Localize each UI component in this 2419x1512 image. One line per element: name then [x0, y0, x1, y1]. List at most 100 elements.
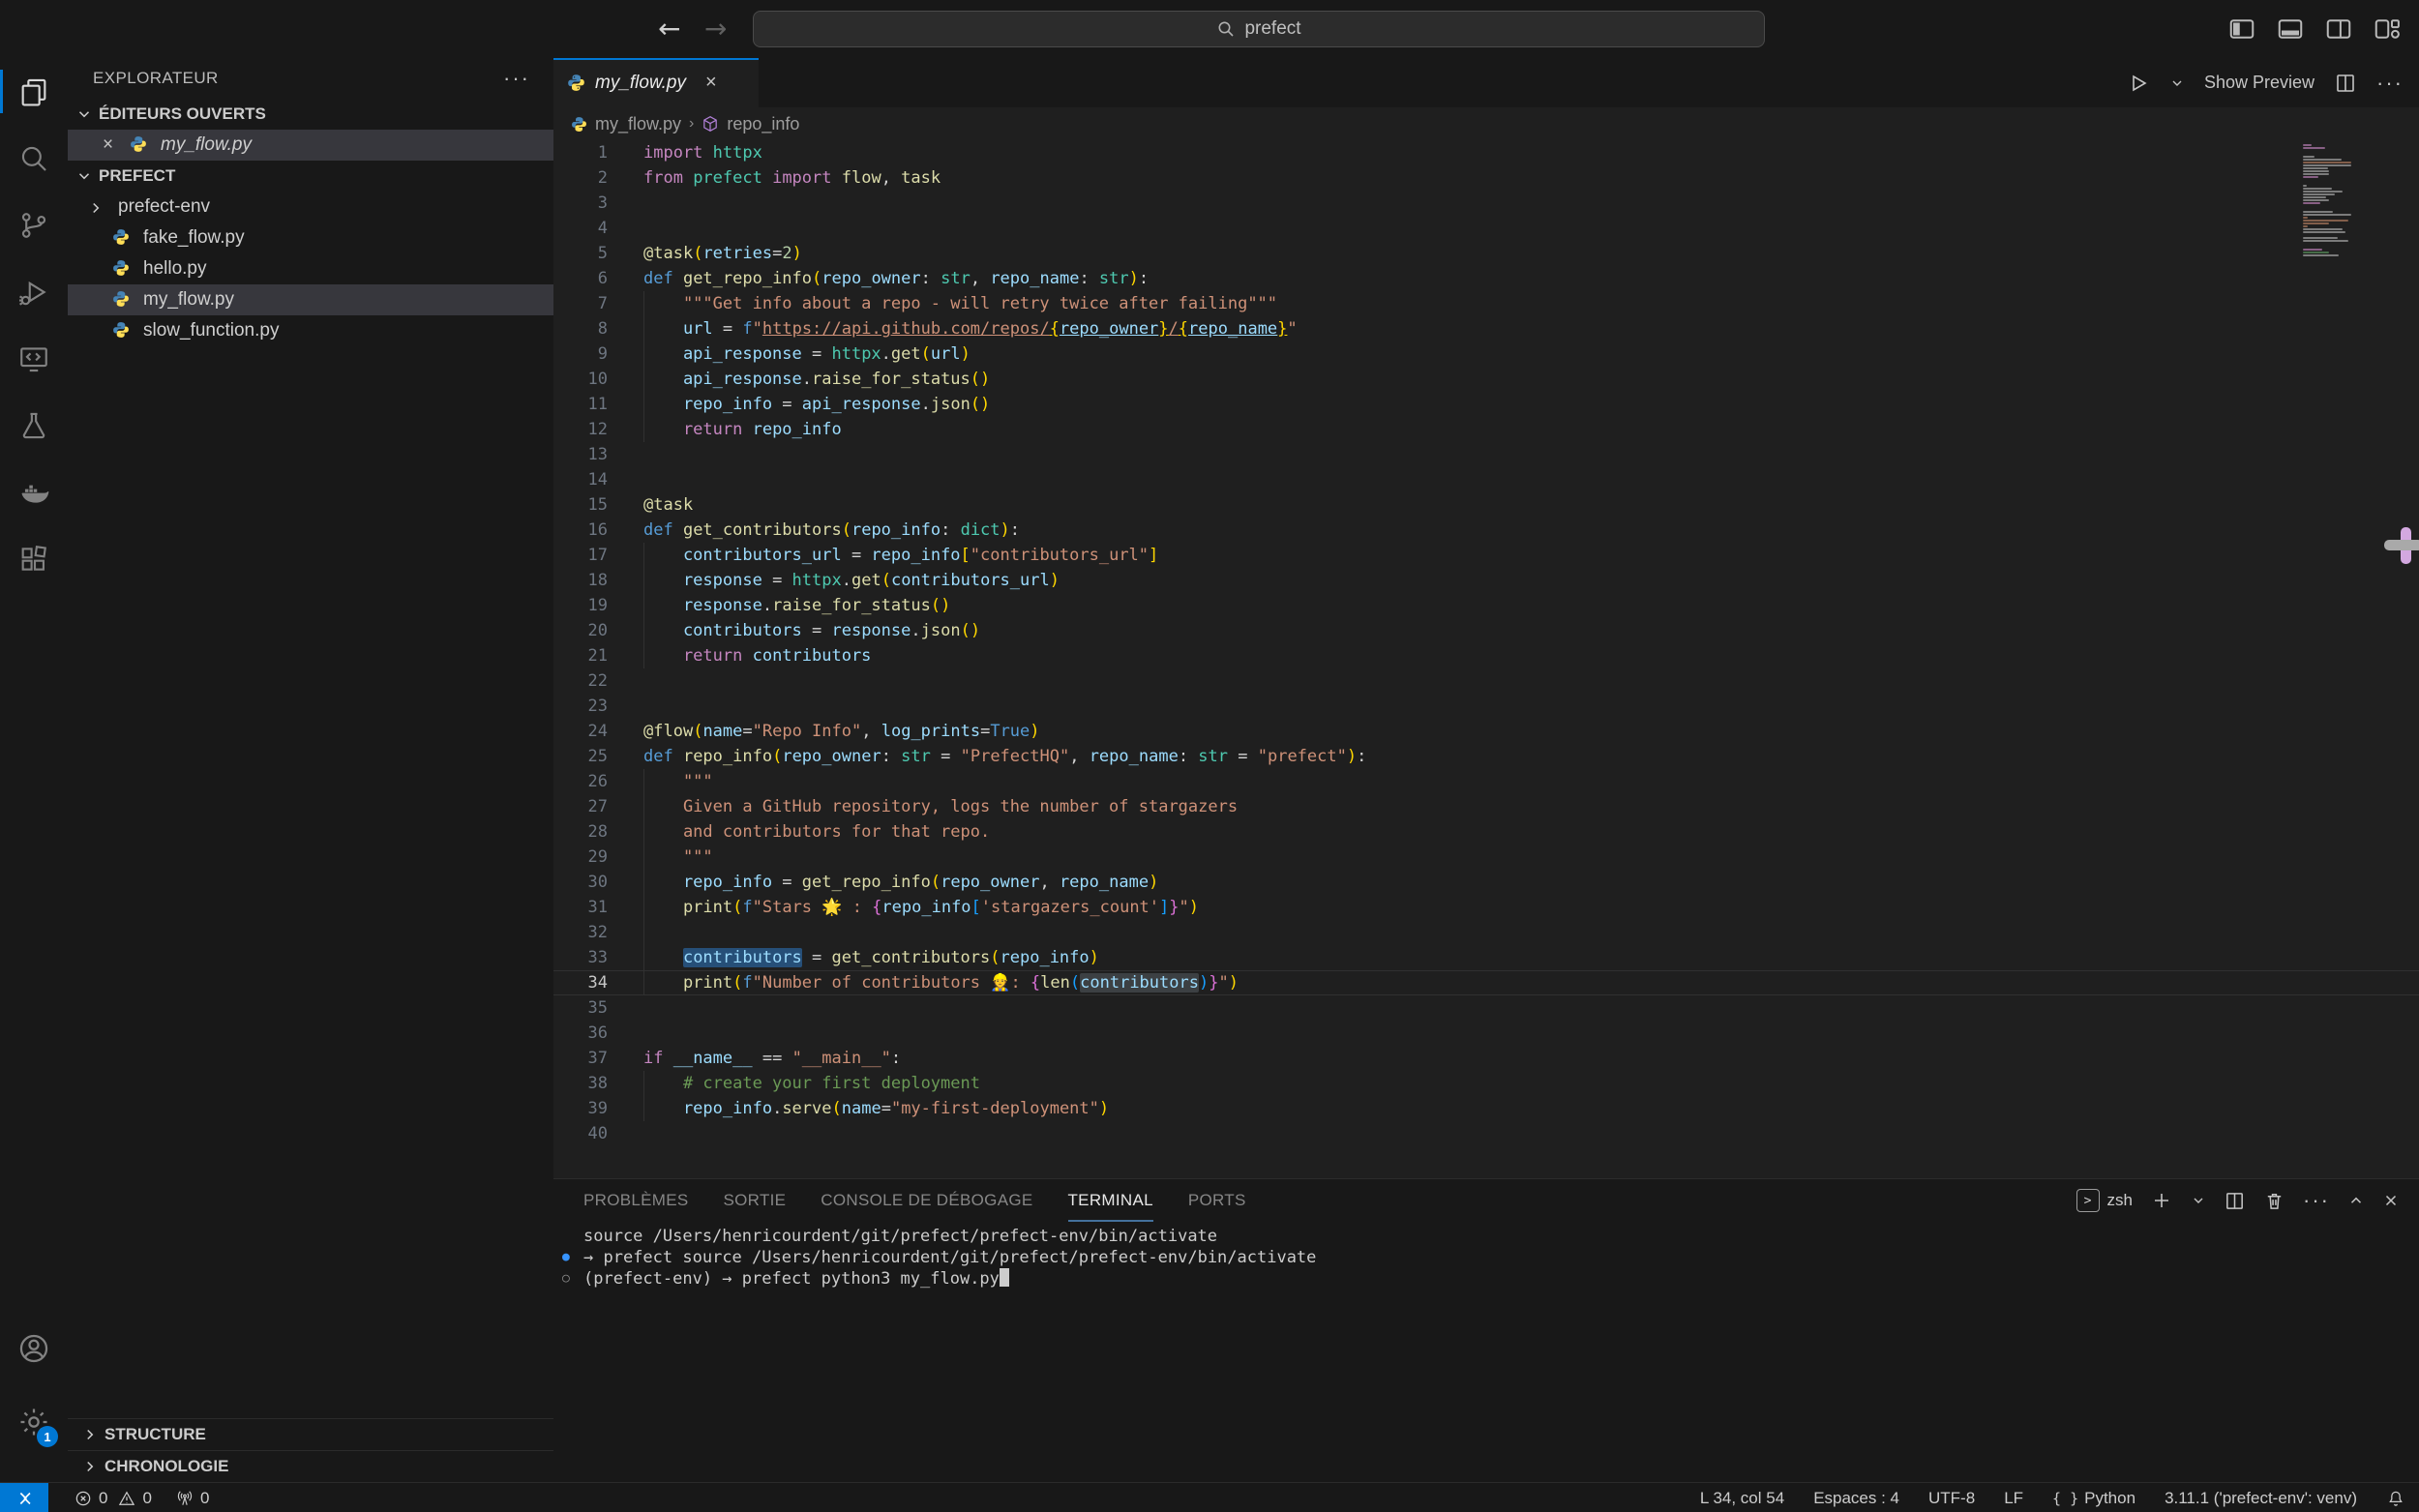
code-line-13[interactable]: 13 [553, 442, 2419, 467]
activity-source-control[interactable] [0, 192, 68, 258]
settings-button[interactable]: 1 [0, 1388, 68, 1455]
code-line-18[interactable]: 18 response = httpx.get(contributors_url… [553, 568, 2419, 593]
code-line-35[interactable]: 35 [553, 995, 2419, 1021]
code-line-36[interactable]: 36 [553, 1021, 2419, 1046]
status-utf-8[interactable]: UTF-8 [1928, 1489, 1975, 1508]
workspace-section[interactable]: PREFECT [68, 161, 553, 192]
code-line-8[interactable]: 8 url = f"https://api.github.com/repos/{… [553, 316, 2419, 341]
notifications-bell-icon[interactable] [2386, 1489, 2405, 1508]
nav-back-button[interactable]: ← [658, 14, 680, 44]
code-line-5[interactable]: 5@task(retries=2) [553, 241, 2419, 266]
code-line-2[interactable]: 2from prefect import flow, task [553, 165, 2419, 191]
command-decoration-icon[interactable]: ○ [562, 1268, 570, 1290]
code-line-34[interactable]: 34 print(f"Number of contributors 👷: {le… [553, 970, 2419, 995]
status-python[interactable]: { }Python [2052, 1489, 2135, 1508]
close-icon[interactable]: × [103, 134, 113, 156]
breadcrumb-file[interactable]: my_flow.py [595, 114, 681, 134]
remote-indicator[interactable] [0, 1483, 48, 1512]
panel-tab-ports[interactable]: PORTS [1188, 1179, 1246, 1222]
code-line-20[interactable]: 20 contributors = response.json() [553, 618, 2419, 643]
tree-item-slow_function.py[interactable]: slow_function.py [68, 315, 553, 346]
code-line-29[interactable]: 29 """ [553, 845, 2419, 870]
breadcrumb-symbol[interactable]: repo_info [727, 114, 799, 134]
tab-close-icon[interactable]: × [705, 72, 717, 94]
errors-status[interactable]: 0 [74, 1489, 107, 1508]
code-line-7[interactable]: 7 """Get info about a repo - will retry … [553, 291, 2419, 316]
terminal-dropdown-icon[interactable] [2191, 1193, 2206, 1208]
code-line-38[interactable]: 38 # create your first deployment [553, 1071, 2419, 1096]
code-line-25[interactable]: 25def repo_info(repo_owner: str = "Prefe… [553, 744, 2419, 769]
open-editors-section[interactable]: ÉDITEURS OUVERTS [68, 99, 553, 130]
minimap[interactable] [2303, 144, 2359, 260]
nav-forward-button[interactable]: → [704, 14, 727, 44]
code-line-9[interactable]: 9 api_response = httpx.get(url) [553, 341, 2419, 367]
code-line-12[interactable]: 12 return repo_info [553, 417, 2419, 442]
run-python-icon[interactable] [2127, 72, 2150, 95]
split-terminal-icon[interactable] [2224, 1190, 2246, 1212]
code-line-31[interactable]: 31 print(f"Stars 🌟 : {repo_info['stargaz… [553, 895, 2419, 920]
code-line-37[interactable]: 37if __name__ == "__main__": [553, 1046, 2419, 1071]
more-actions-icon[interactable]: ··· [503, 66, 530, 91]
show-preview-button[interactable]: Show Preview [2204, 73, 2314, 93]
code-line-32[interactable]: 32 [553, 920, 2419, 945]
code-editor[interactable]: 1import httpx2from prefect import flow, … [553, 140, 2419, 1178]
panel-tab-terminal[interactable]: TERMINAL [1068, 1179, 1153, 1222]
code-line-1[interactable]: 1import httpx [553, 140, 2419, 165]
accounts-button[interactable] [0, 1315, 68, 1381]
code-line-39[interactable]: 39 repo_info.serve(name="my-first-deploy… [553, 1096, 2419, 1121]
code-line-24[interactable]: 24@flow(name="Repo Info", log_prints=Tru… [553, 719, 2419, 744]
status-lf[interactable]: LF [2004, 1489, 2023, 1508]
code-line-30[interactable]: 30 repo_info = get_repo_info(repo_owner,… [553, 870, 2419, 895]
status-l-34-col-54[interactable]: L 34, col 54 [1700, 1489, 1784, 1508]
code-line-6[interactable]: 6def get_repo_info(repo_owner: str, repo… [553, 266, 2419, 291]
code-line-17[interactable]: 17 contributors_url = repo_info["contrib… [553, 543, 2419, 568]
activity-extensions[interactable] [0, 525, 68, 592]
split-editor-icon[interactable] [2334, 72, 2357, 95]
tree-item-my_flow.py[interactable]: my_flow.py [68, 284, 553, 315]
code-line-11[interactable]: 11 repo_info = api_response.json() [553, 392, 2419, 417]
activity-explorer[interactable] [0, 58, 68, 125]
code-line-10[interactable]: 10 api_response.raise_for_status() [553, 367, 2419, 392]
terminal-output[interactable]: source /Users/henricourdent/git/prefect/… [553, 1222, 2419, 1483]
kill-terminal-icon[interactable] [2263, 1190, 2285, 1212]
code-line-27[interactable]: 27 Given a GitHub repository, logs the n… [553, 794, 2419, 819]
panel-tab-sortie[interactable]: SORTIE [724, 1179, 787, 1222]
outline-section[interactable]: STRUCTURE [68, 1418, 553, 1450]
tab-my-flow[interactable]: my_flow.py × [553, 58, 759, 107]
code-line-4[interactable]: 4 [553, 216, 2419, 241]
status-3-11-1-prefect-env-venv-[interactable]: 3.11.1 ('prefect-env': venv) [2165, 1489, 2357, 1508]
activity-run-debug[interactable] [0, 258, 68, 325]
activity-remote-explorer[interactable] [0, 325, 68, 392]
more-actions-icon[interactable]: ··· [2376, 71, 2404, 96]
code-line-21[interactable]: 21 return contributors [553, 643, 2419, 668]
timeline-section[interactable]: CHRONOLOGIE [68, 1450, 553, 1482]
tree-item-hello.py[interactable]: hello.py [68, 253, 553, 284]
toggle-secondary-sidebar-icon[interactable] [2324, 15, 2353, 44]
open-editor-item[interactable]: ×my_flow.py [68, 130, 553, 161]
activity-testing[interactable] [0, 392, 68, 459]
toggle-sidebar-icon[interactable] [2227, 15, 2256, 44]
new-terminal-icon[interactable] [2150, 1189, 2173, 1212]
code-line-14[interactable]: 14 [553, 467, 2419, 492]
code-line-33[interactable]: 33 contributors = get_contributors(repo_… [553, 945, 2419, 970]
code-line-19[interactable]: 19 response.raise_for_status() [553, 593, 2419, 618]
activity-search[interactable] [0, 125, 68, 192]
status-espaces-4[interactable]: Espaces : 4 [1813, 1489, 1899, 1508]
code-line-3[interactable]: 3 [553, 191, 2419, 216]
command-center-search[interactable]: prefect [753, 11, 1765, 47]
tree-item-fake_flow.py[interactable]: fake_flow.py [68, 222, 553, 253]
panel-tab-console de débogage[interactable]: CONSOLE DE DÉBOGAGE [821, 1179, 1032, 1222]
code-line-16[interactable]: 16def get_contributors(repo_info: dict): [553, 518, 2419, 543]
code-line-28[interactable]: 28 and contributors for that repo. [553, 819, 2419, 845]
code-line-40[interactable]: 40 [553, 1121, 2419, 1146]
activity-docker[interactable] [0, 459, 68, 525]
terminal-shell-chip[interactable]: > zsh [2076, 1189, 2133, 1212]
run-dropdown-icon[interactable] [2169, 75, 2185, 91]
close-panel-icon[interactable] [2382, 1192, 2400, 1209]
toggle-panel-icon[interactable] [2276, 15, 2305, 44]
warnings-status[interactable]: 0 [117, 1489, 151, 1508]
code-line-26[interactable]: 26 """ [553, 769, 2419, 794]
panel-tab-problèmes[interactable]: PROBLÈMES [583, 1179, 689, 1222]
forwarded-ports-status[interactable]: 0 [175, 1489, 209, 1508]
maximize-panel-icon[interactable] [2347, 1192, 2365, 1209]
